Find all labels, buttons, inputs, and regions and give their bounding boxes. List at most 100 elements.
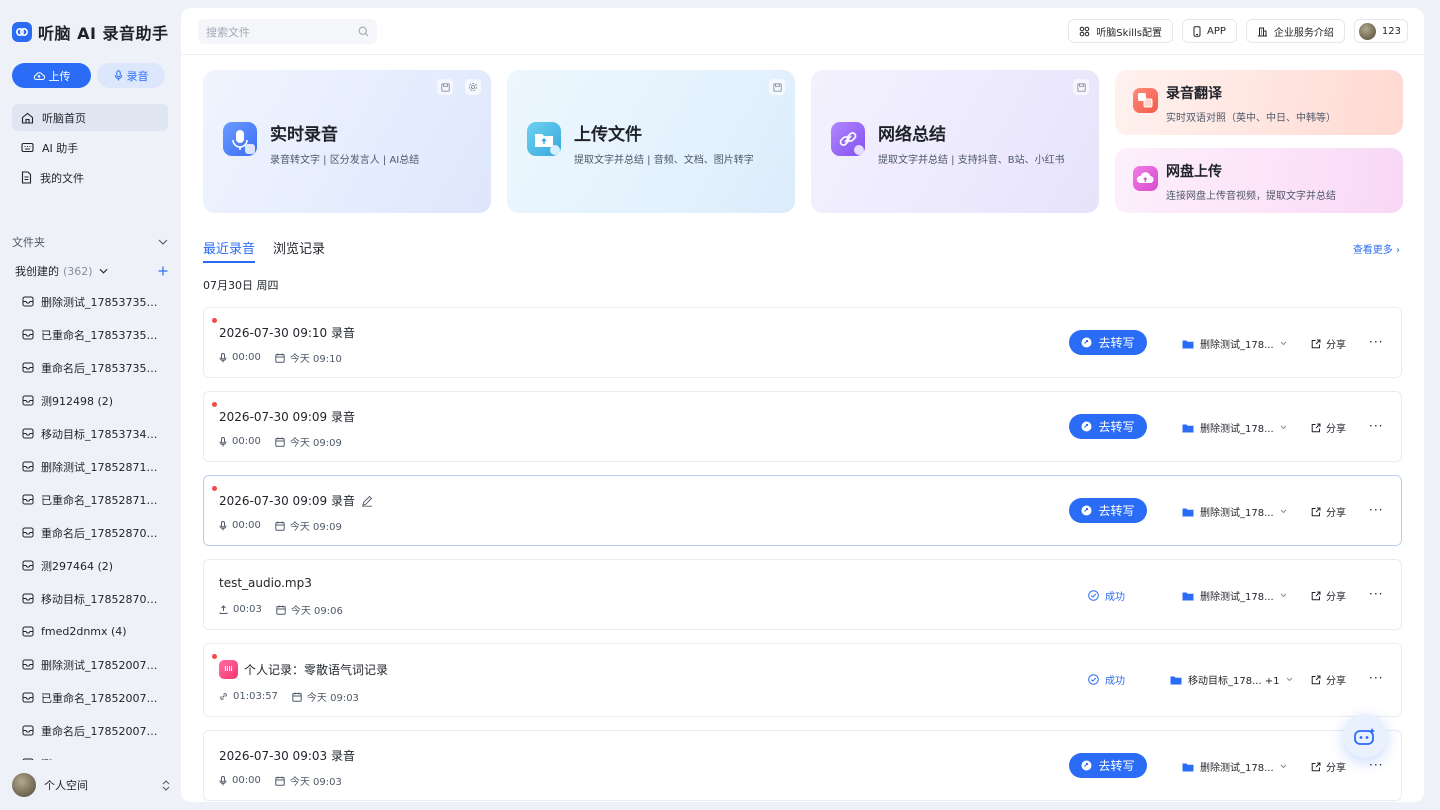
nav-item-my-files[interactable]: 我的文件	[12, 164, 168, 191]
personal-space-switcher[interactable]: 个人空间	[12, 773, 170, 797]
recording-title[interactable]: 2026-07-30 09:09 录音	[219, 492, 373, 509]
mic-icon	[223, 122, 257, 156]
folder-item[interactable]: 移动目标_1785373497 ...	[22, 417, 168, 450]
folder-select[interactable]: 删除测试_178...	[1182, 588, 1287, 603]
record-translate-card[interactable]: 录音翻译 实时双语对照（英中、中日、中韩等）	[1115, 70, 1403, 135]
transcribe-button[interactable]: 去转写	[1069, 498, 1147, 523]
transcribe-button[interactable]: 去转写	[1069, 753, 1147, 778]
share-button[interactable]: 分享	[1311, 504, 1346, 519]
folder-icon	[1182, 592, 1194, 600]
recording-title[interactable]: 2026-07-30 09:03 录音	[219, 747, 355, 764]
folder-item[interactable]: 测724619 (2)	[22, 747, 168, 760]
duration: 00:00	[219, 520, 261, 531]
recording-row[interactable]: 2026-07-30 09:09 录音 00:00 今天 09:09 去转写 删除测试_…	[203, 391, 1402, 462]
recording-name: 2026-07-30 09:03 录音	[219, 749, 355, 763]
card-subtitle: 连接网盘上传音视频，提取文字并总结	[1166, 191, 1336, 202]
edit-icon[interactable]	[361, 495, 373, 507]
realtime-record-card[interactable]: 实时录音 录音转文字 | 区分发言人 | AI总结	[203, 70, 491, 213]
recording-title[interactable]: 2026-07-30 09:10 录音	[219, 324, 355, 341]
recording-row[interactable]: 2026-07-30 09:10 录音 00:00 今天 09:10 去转写 删除测试_…	[203, 307, 1402, 378]
upload-button[interactable]: 上传	[12, 63, 91, 88]
share-label: 分享	[1326, 592, 1346, 603]
tab-recent[interactable]: 最近录音	[203, 238, 256, 263]
folder-item[interactable]: 重命名后_1785373552 ...	[22, 351, 168, 384]
folder-label: 重命名后_1785200720 ...	[41, 724, 163, 738]
folder-item[interactable]: 测912498 (2)	[22, 384, 168, 417]
folder-item[interactable]: 重命名后_1785200720 ...	[22, 714, 168, 747]
share-button[interactable]: 分享	[1311, 672, 1346, 687]
user-menu[interactable]: 123	[1353, 19, 1408, 43]
cloud-upload-icon	[1133, 166, 1158, 191]
recording-row[interactable]: 2026-07-30 09:09 录音 00:00 今天 09:09 去转写 删除测试_…	[203, 475, 1402, 546]
folder-item[interactable]: 已重命名_1785373562 ...	[22, 318, 168, 351]
share-button[interactable]: 分享	[1311, 336, 1346, 351]
my-created-header[interactable]: 我创建的 (362)	[15, 263, 168, 279]
ai-bot-button[interactable]	[1343, 714, 1387, 758]
chevron-down-icon[interactable]	[158, 239, 168, 245]
recording-title[interactable]: test_audio.mp3	[219, 576, 312, 590]
more-options-icon[interactable]: ···	[1369, 335, 1383, 349]
upload-file-card[interactable]: 上传文件 提取文字并总结 | 音频、文档、图片转字	[507, 70, 795, 213]
recording-row[interactable]: test_audio.mp3 00:03 今天 09:06 成功 删除测试_178...…	[203, 559, 1402, 630]
save-icon[interactable]	[769, 79, 785, 95]
record-button[interactable]: 录音	[97, 63, 165, 88]
more-options-icon[interactable]: ···	[1369, 758, 1383, 772]
folder-item[interactable]: 删除测试_1785287120 ...	[22, 450, 168, 483]
more-options-icon[interactable]: ···	[1369, 671, 1383, 685]
chevron-down-icon[interactable]	[99, 268, 108, 274]
gear-icon[interactable]	[465, 79, 481, 95]
folder-item[interactable]: 已重命名_1785287107 (...	[22, 483, 168, 516]
see-more-link[interactable]: 查看更多 ›	[1353, 241, 1400, 256]
save-icon[interactable]	[437, 79, 453, 95]
share-icon	[1311, 507, 1321, 516]
folder-item[interactable]: 删除测试_1785373577 ...	[22, 285, 168, 318]
upload-label: 上传	[48, 69, 71, 83]
building-icon	[1257, 27, 1267, 36]
card-subtitle: 提取文字并总结 | 支持抖音、B站、小红书	[878, 155, 1065, 166]
add-folder-icon[interactable]	[158, 266, 168, 276]
folder-item[interactable]: 删除测试_1785200743 ...	[22, 648, 168, 681]
more-options-icon[interactable]: ···	[1369, 587, 1383, 601]
search-input[interactable]: 搜索文件	[198, 19, 377, 44]
more-options-icon[interactable]: ···	[1369, 419, 1383, 433]
share-button[interactable]: 分享	[1311, 420, 1346, 435]
avatar	[12, 773, 36, 797]
folder-item[interactable]: 测297464 (2)	[22, 549, 168, 582]
folder-select[interactable]: 删除测试_178...	[1182, 759, 1287, 774]
network-summary-card[interactable]: 网络总结 提取文字并总结 | 支持抖音、B站、小红书	[811, 70, 1099, 213]
folder-item[interactable]: 已重命名_1785200729 ...	[22, 681, 168, 714]
recording-title[interactable]: 2026-07-30 09:09 录音	[219, 408, 355, 425]
recording-row[interactable]: 2026-07-30 09:03 录音 00:00 今天 09:03 去转写 删除测试_…	[203, 730, 1402, 801]
folder-select[interactable]: 删除测试_178...	[1182, 336, 1287, 351]
folder-item[interactable]: 重命名后_1785287096 ...	[22, 516, 168, 549]
recording-title[interactable]: lili 个人记录：零散语气词记录	[219, 660, 388, 679]
tab-history[interactable]: 浏览记录	[273, 238, 325, 263]
nav-item-ai-assistant[interactable]: AI 助手	[12, 134, 168, 161]
save-icon[interactable]	[1073, 79, 1089, 95]
folder-select[interactable]: 删除测试_178...	[1182, 504, 1287, 519]
recording-row[interactable]: lili 个人记录：零散语气词记录 01:03:57 今天 09:03 成功 移动目标_1…	[203, 643, 1402, 717]
share-button[interactable]: 分享	[1311, 759, 1346, 774]
netdisk-upload-card[interactable]: 网盘上传 连接网盘上传音视频，提取文字并总结	[1115, 148, 1403, 213]
folder-select[interactable]: 删除测试_178...	[1182, 420, 1287, 435]
folders-header[interactable]: 文件夹	[12, 234, 168, 250]
folder-item[interactable]: 移动目标_1785287046 ...	[22, 582, 168, 615]
transcribe-button[interactable]: 去转写	[1069, 330, 1147, 355]
enterprise-button[interactable]: 企业服务介绍	[1245, 19, 1345, 43]
folder-select[interactable]: 移动目标_178... +1	[1170, 672, 1293, 687]
share-button[interactable]: 分享	[1311, 588, 1346, 603]
folder-item[interactable]: fmed2dnmx (4)	[22, 615, 168, 648]
app-logo[interactable]: 听脑 AI 录音助手	[12, 20, 168, 44]
more-options-icon[interactable]: ···	[1369, 503, 1383, 517]
folder-label: 重命名后_1785373552 ...	[41, 361, 163, 375]
folder-icon	[22, 527, 34, 538]
transcribe-button[interactable]: 去转写	[1069, 414, 1147, 439]
unread-dot	[212, 402, 217, 407]
lili-app-icon: lili	[219, 660, 238, 679]
nav-item-home[interactable]: 听脑首页	[12, 104, 168, 131]
time-value: 今天 09:03	[289, 777, 342, 788]
folder-list: 删除测试_1785373577 ... 已重命名_1785373562 ... 重命…	[22, 285, 168, 760]
skills-config-button[interactable]: 听脑Skills配置	[1068, 19, 1173, 43]
app-title: 听脑 AI 录音助手	[38, 24, 169, 43]
app-button[interactable]: APP	[1182, 19, 1237, 43]
